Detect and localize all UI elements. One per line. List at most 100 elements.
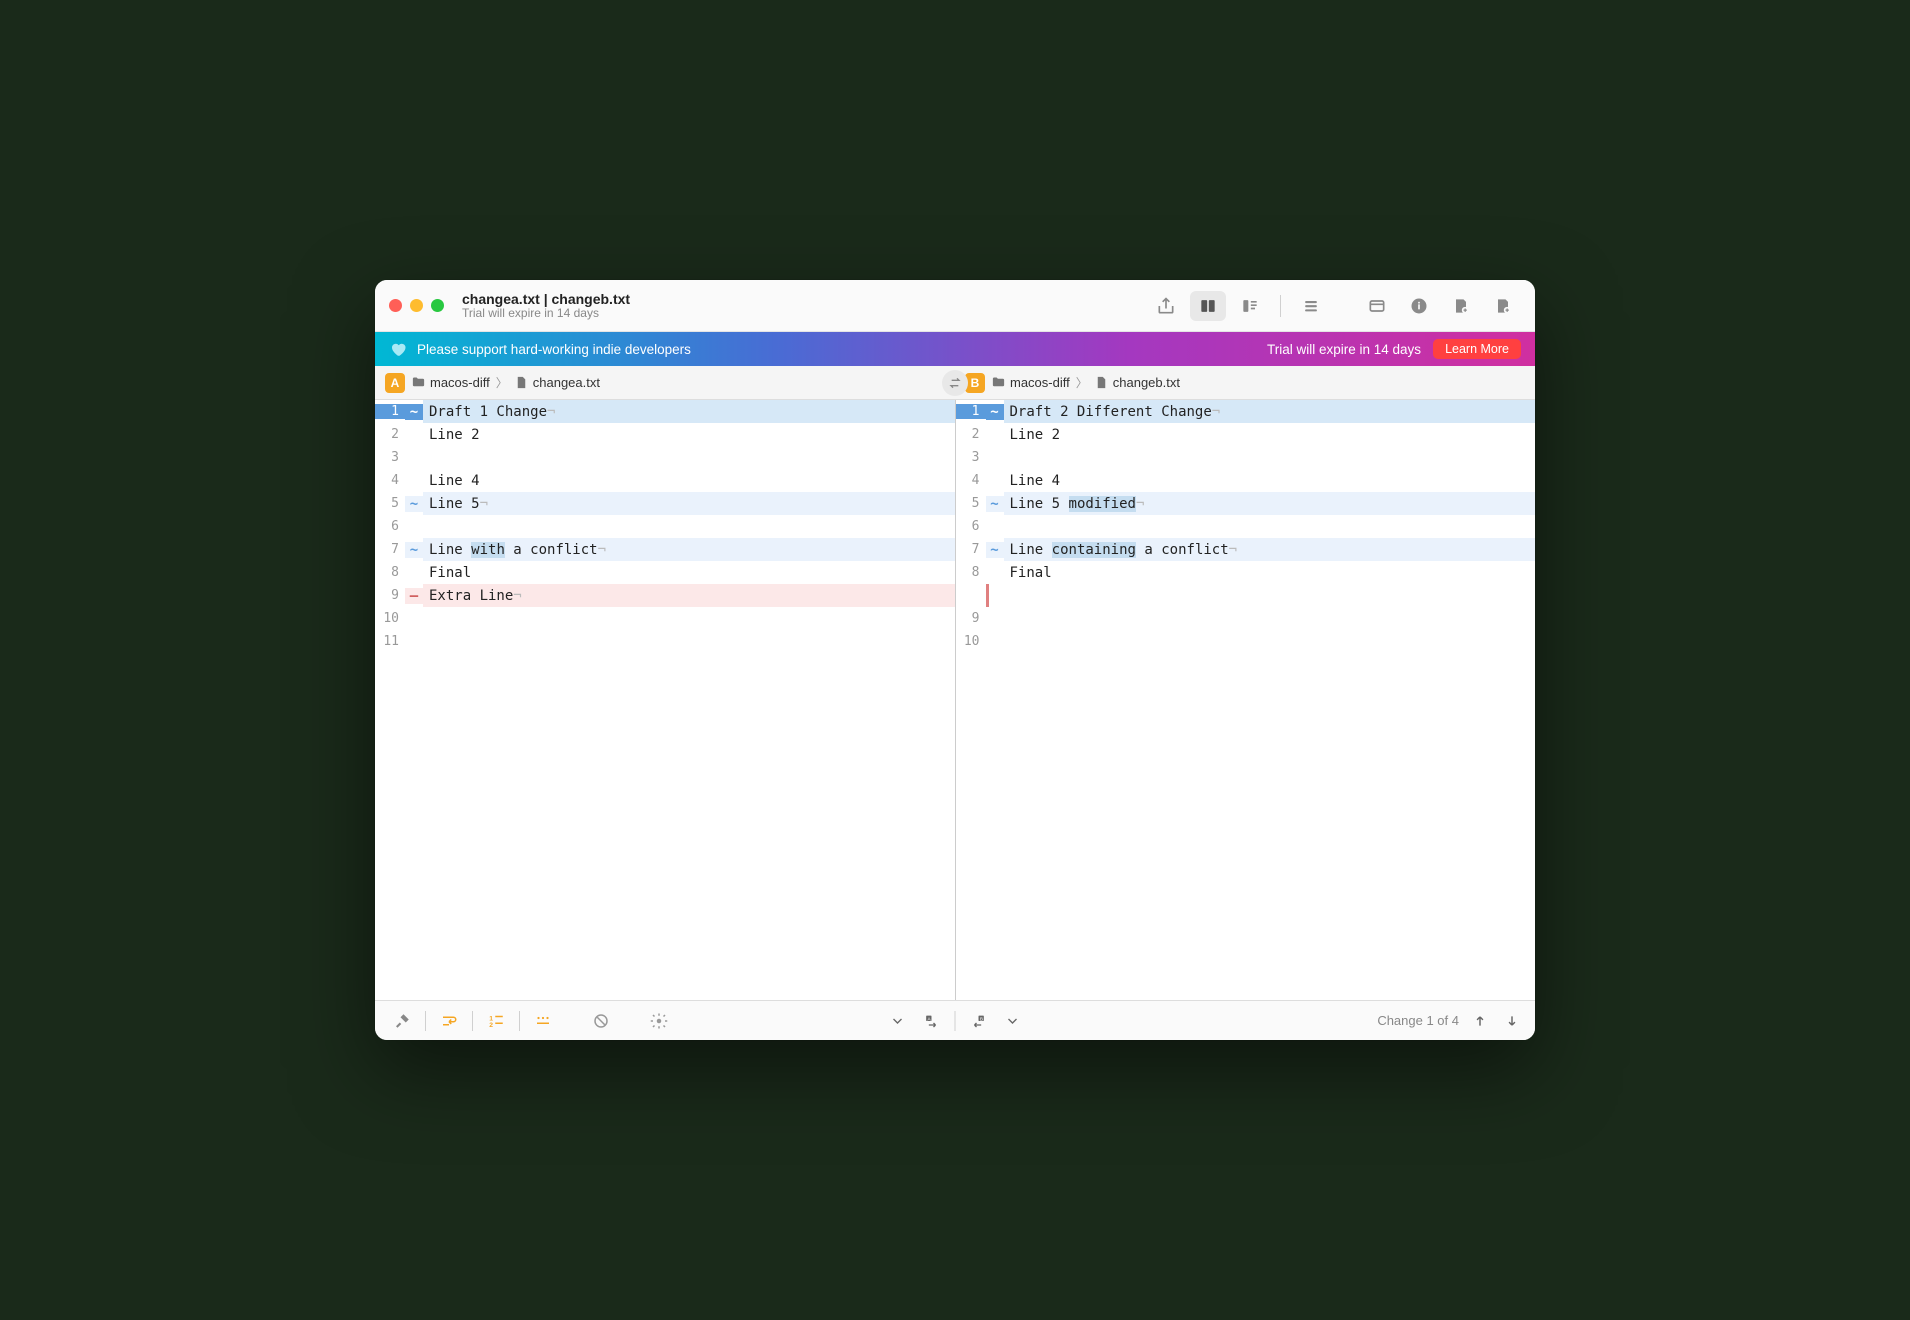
wrap-icon <box>440 1012 458 1030</box>
dots-icon <box>534 1012 552 1030</box>
status-bar: 12 A B Change 1 of 4 <box>375 1000 1535 1040</box>
close-button[interactable] <box>389 299 402 312</box>
svg-text:1: 1 <box>489 1015 493 1022</box>
save-right-button[interactable] <box>1485 291 1521 321</box>
arrow-down-icon <box>1505 1013 1519 1029</box>
info-button[interactable] <box>1401 291 1437 321</box>
swap-icon <box>947 375 963 391</box>
code-line[interactable]: 7~Line with a conflict¬ <box>375 538 955 561</box>
chevron-icon: 〉 <box>1076 374 1088 391</box>
code-line[interactable]: 2Line 2 <box>956 423 1536 446</box>
line-content: Draft 1 Change¬ <box>423 404 555 420</box>
code-line[interactable]: 3 <box>956 446 1536 469</box>
code-line[interactable]: 4Line 4 <box>375 469 955 492</box>
copy-right-button[interactable]: A <box>917 1008 947 1034</box>
code-line[interactable] <box>956 584 1536 607</box>
side-by-side-button[interactable] <box>1190 291 1226 321</box>
info-icon <box>1409 296 1429 316</box>
path-left[interactable]: A macos-diff 〉 changea.txt <box>375 366 955 399</box>
path-bar: A macos-diff 〉 changea.txt B macos-diff … <box>375 366 1535 400</box>
change-counter: Change 1 of 4 <box>1377 1013 1459 1028</box>
diff-marker: ~ <box>405 496 423 512</box>
learn-more-button[interactable]: Learn More <box>1433 339 1521 359</box>
code-line[interactable]: 3 <box>375 446 955 469</box>
divider <box>1280 295 1281 317</box>
next-change-button[interactable] <box>1501 1008 1523 1034</box>
diff-marker: ~ <box>405 542 423 558</box>
prev-change-button[interactable] <box>1469 1008 1491 1034</box>
line-number: 1 <box>375 404 405 419</box>
code-line[interactable]: 5~Line 5 modified¬ <box>956 492 1536 515</box>
share-button[interactable] <box>1148 291 1184 321</box>
whitespace-button[interactable] <box>528 1008 558 1034</box>
badge-b: B <box>965 373 985 393</box>
prev-diff-button[interactable] <box>883 1008 913 1034</box>
code-line[interactable]: 10 <box>375 607 955 630</box>
line-number: 6 <box>956 519 986 534</box>
settings-button[interactable] <box>644 1008 674 1034</box>
ignore-button[interactable] <box>586 1008 616 1034</box>
minimize-button[interactable] <box>410 299 423 312</box>
app-window: changea.txt | changeb.txt Trial will exp… <box>375 280 1535 1040</box>
status-right: Change 1 of 4 <box>1377 1008 1523 1034</box>
code-line[interactable]: 4Line 4 <box>956 469 1536 492</box>
line-content: Line 5 modified¬ <box>1004 496 1145 512</box>
code-line[interactable]: 6 <box>375 515 955 538</box>
wrap-button[interactable] <box>434 1008 464 1034</box>
diff-area: 1~Draft 1 Change¬2Line 234Line 45~Line 5… <box>375 400 1535 1000</box>
path-right[interactable]: B macos-diff 〉 changeb.txt <box>955 366 1535 399</box>
code-line[interactable]: 6 <box>956 515 1536 538</box>
swap-button[interactable] <box>942 370 968 396</box>
arrow-up-icon <box>1473 1013 1487 1029</box>
code-line[interactable]: 10 <box>956 630 1536 653</box>
next-diff-button[interactable] <box>998 1008 1028 1034</box>
line-content: Extra Line¬ <box>423 588 522 604</box>
unified-view-button[interactable] <box>1232 291 1268 321</box>
code-line[interactable]: 11 <box>375 630 955 653</box>
copy-left-button[interactable]: B <box>964 1008 994 1034</box>
line-number: 4 <box>375 473 405 488</box>
toolbar <box>1148 291 1521 321</box>
code-line[interactable]: 1~Draft 2 Different Change¬ <box>956 400 1536 423</box>
line-number: 10 <box>956 634 986 649</box>
line-number: 4 <box>956 473 986 488</box>
columns-icon <box>1198 296 1218 316</box>
heart-icon <box>389 340 407 358</box>
maximize-button[interactable] <box>431 299 444 312</box>
line-numbers-button[interactable]: 12 <box>481 1008 511 1034</box>
pane-left[interactable]: 1~Draft 1 Change¬2Line 234Line 45~Line 5… <box>375 400 955 1000</box>
line-number: 9 <box>375 588 405 603</box>
line-content: Line 2 <box>1004 427 1061 443</box>
code-line[interactable]: 9 <box>956 607 1536 630</box>
title-block: changea.txt | changeb.txt Trial will exp… <box>462 291 630 321</box>
pane-right[interactable]: 1~Draft 2 Different Change¬2Line 234Line… <box>955 400 1536 1000</box>
window-button[interactable] <box>1359 291 1395 321</box>
format-button[interactable] <box>387 1008 417 1034</box>
arrow-left-icon: B <box>971 1013 987 1029</box>
code-line[interactable]: 5~Line 5¬ <box>375 492 955 515</box>
code-line[interactable]: 2Line 2 <box>375 423 955 446</box>
status-center: A B <box>883 1008 1028 1034</box>
list-view-button[interactable] <box>1293 291 1329 321</box>
chevron-down-icon <box>890 1013 906 1029</box>
diff-marker: ~ <box>986 404 1004 420</box>
code-line[interactable]: 8Final <box>956 561 1536 584</box>
line-number: 5 <box>375 496 405 511</box>
block-icon <box>592 1012 610 1030</box>
code-line[interactable]: 7~Line containing a conflict¬ <box>956 538 1536 561</box>
diff-marker: ~ <box>986 496 1004 512</box>
save-icon <box>1451 296 1471 316</box>
svg-text:2: 2 <box>489 1022 493 1029</box>
status-left: 12 <box>387 1008 674 1034</box>
line-content: Line containing a conflict¬ <box>1004 542 1238 558</box>
code-line[interactable]: 9—Extra Line¬ <box>375 584 955 607</box>
code-line[interactable]: 1~Draft 1 Change¬ <box>375 400 955 423</box>
save-left-button[interactable] <box>1443 291 1479 321</box>
line-content: Final <box>1004 565 1052 581</box>
code-line[interactable]: 8Final <box>375 561 955 584</box>
diff-marker: ~ <box>405 404 423 420</box>
line-number: 2 <box>375 427 405 442</box>
traffic-lights <box>389 299 444 312</box>
removed-strip <box>986 584 989 607</box>
banner-expiry: Trial will expire in 14 days <box>1267 342 1421 357</box>
